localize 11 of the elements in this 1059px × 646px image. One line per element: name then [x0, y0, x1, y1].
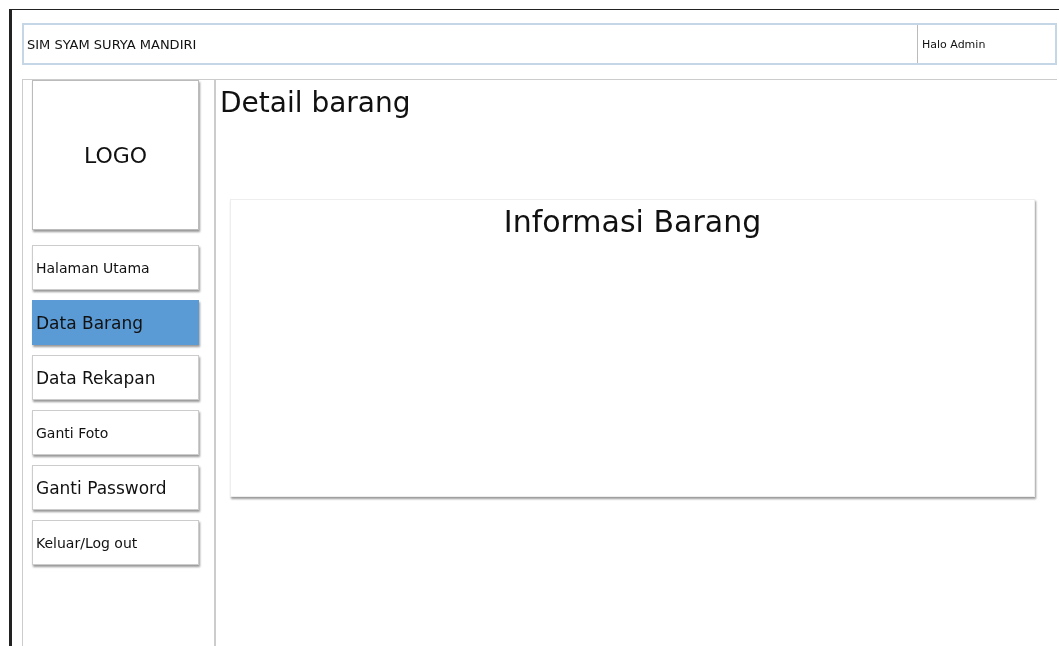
menu-item[interactable]: Keluar/Log out — [32, 520, 199, 565]
page-title: Detail barang — [220, 86, 411, 119]
menu-item[interactable]: Halaman Utama — [32, 245, 199, 290]
panel-title: Informasi Barang — [503, 204, 762, 239]
user-greeting: Halo Admin — [917, 25, 1055, 63]
menu-item[interactable]: Ganti Password — [32, 465, 199, 510]
menu-item[interactable]: Ganti Foto — [32, 410, 199, 455]
menu-item[interactable]: Data Rekapan — [32, 355, 199, 400]
app-title: SIM SYAM SURYA MANDIRI — [26, 36, 197, 52]
logo-text: LOGO — [83, 142, 148, 168]
menu-item[interactable]: Data Barang — [32, 300, 199, 345]
